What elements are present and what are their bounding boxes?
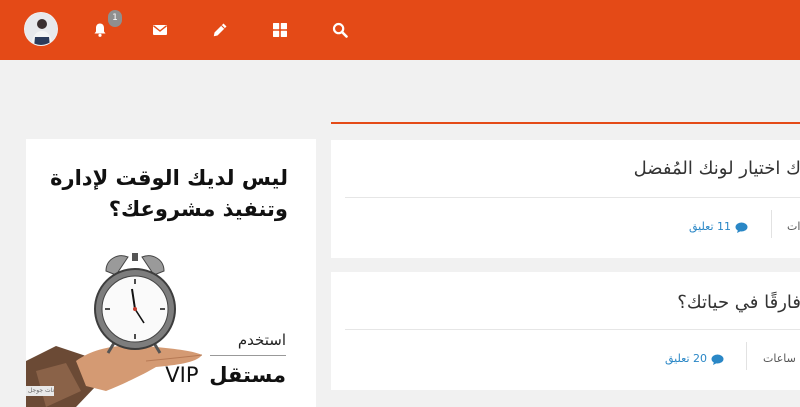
ad-headline: ليس لديك الوقت لإدارة وتنفيذ مشروعك؟ xyxy=(50,166,288,221)
grid-icon[interactable] xyxy=(272,22,288,38)
post-comments-count: 11 تعليق xyxy=(689,220,731,233)
ad-brand-name: مستقل xyxy=(209,363,286,387)
meta-divider xyxy=(771,210,772,238)
avatar-image xyxy=(25,13,57,45)
pencil-icon[interactable] xyxy=(212,22,228,38)
post-title[interactable]: فارقًا في حياتك؟ xyxy=(677,292,800,313)
user-avatar[interactable] xyxy=(24,12,58,46)
ad-divider xyxy=(210,355,286,356)
top-navigation-bar: 1 xyxy=(0,0,800,60)
card-divider xyxy=(345,329,800,330)
comment-icon xyxy=(735,222,748,233)
post-comments-link[interactable]: 11 تعليق xyxy=(689,220,748,233)
section-accent-line xyxy=(331,122,800,124)
post-card[interactable]: ك اختيار لونك المُفضل 11 تعليق ات xyxy=(331,140,800,258)
post-comments-count: 20 تعليق xyxy=(665,352,707,365)
ad-use-label: استخدم xyxy=(237,331,286,349)
comment-icon xyxy=(711,354,724,365)
post-time: 5 ساعات xyxy=(763,352,800,365)
notification-badge: 1 xyxy=(108,10,122,27)
search-icon[interactable] xyxy=(332,22,348,38)
envelope-icon[interactable] xyxy=(152,22,168,38)
card-divider xyxy=(345,197,800,198)
post-comments-link[interactable]: 20 تعليق xyxy=(665,352,724,365)
ad-brand-suffix: VIP xyxy=(165,363,199,387)
bell-icon[interactable] xyxy=(92,22,108,38)
post-time: ات xyxy=(787,220,800,233)
ad-brand: VIP مستقل xyxy=(165,363,286,387)
post-card[interactable]: فارقًا في حياتك؟ 20 تعليق 5 ساعات xyxy=(331,272,800,390)
sidebar-advertisement[interactable]: ليس لديك الوقت لإدارة وتنفيذ مشروعك؟ است… xyxy=(26,139,316,407)
post-title[interactable]: ك اختيار لونك المُفضل xyxy=(634,158,800,179)
meta-divider xyxy=(746,342,747,370)
ad-sponsor-label[interactable]: إعلانات جوجل xyxy=(26,386,54,396)
